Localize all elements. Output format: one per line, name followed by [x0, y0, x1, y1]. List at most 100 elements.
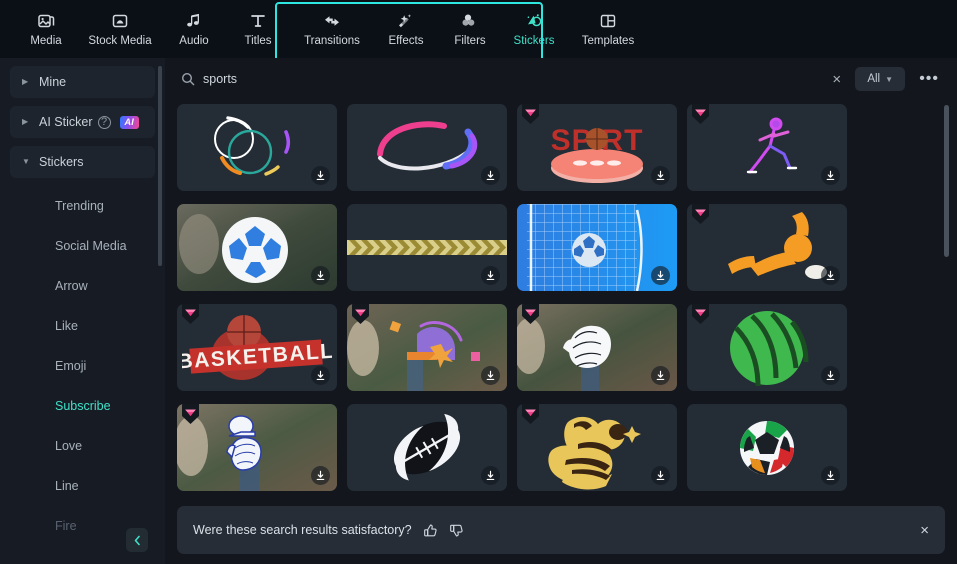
more-options-button[interactable]: •••	[913, 70, 939, 88]
sidebar-item-line[interactable]: Line	[0, 466, 165, 506]
sticker-tile-yellow-chevron-line[interactable]	[347, 204, 507, 291]
toolbar-item-media[interactable]: Media	[14, 3, 78, 55]
sidebar-item-social-media[interactable]: Social Media	[0, 226, 165, 266]
sticker-tile-sports-fitness-lettering[interactable]	[517, 404, 677, 491]
chevron-down-icon: ▼	[885, 74, 894, 84]
sidebar-item-love[interactable]: Love	[0, 426, 165, 466]
sticker-tile-goal-net[interactable]	[517, 204, 677, 291]
sticker-tile-circles-swirl[interactable]	[177, 104, 337, 191]
download-button[interactable]	[821, 166, 840, 185]
sticker-tile-orange-sliding-player[interactable]	[687, 204, 847, 291]
sidebar-group-mine[interactable]: ▶ Mine	[10, 66, 155, 98]
premium-badge-icon	[522, 304, 539, 324]
feedback-bar: Were these search results satisfactory? …	[177, 506, 945, 554]
toolbar-item-label: Templates	[581, 35, 635, 47]
download-button[interactable]	[651, 466, 670, 485]
close-feedback-button[interactable]: ×	[920, 522, 929, 539]
download-icon	[486, 370, 495, 381]
download-button[interactable]	[821, 366, 840, 385]
download-button[interactable]	[651, 266, 670, 285]
sidebar-item-trending[interactable]: Trending	[0, 186, 165, 226]
search-input[interactable]: sports	[203, 72, 818, 86]
stock-media-icon	[111, 10, 129, 32]
chevron-right-icon: ▶	[22, 117, 29, 126]
download-button[interactable]	[311, 466, 330, 485]
sidebar-item-like[interactable]: Like	[0, 306, 165, 346]
sticker-tile-pink-blue-swoosh[interactable]	[347, 104, 507, 191]
search-bar: sports × All ▼ •••	[165, 58, 957, 100]
toolbar-item-stock-media[interactable]: Stock Media	[78, 3, 162, 55]
download-button[interactable]	[821, 266, 840, 285]
download-button[interactable]	[311, 166, 330, 185]
premium-badge-icon	[692, 104, 709, 124]
chevron-down-icon: ▼	[22, 157, 30, 166]
toolbar-item-templates[interactable]: Templates	[566, 3, 650, 55]
sticker-tile-neon-runner[interactable]	[687, 104, 847, 191]
sidebar-item-label: Trending	[55, 199, 104, 213]
sidebar-scrollbar[interactable]	[158, 66, 162, 266]
sticker-tile-soccer-ball-photo[interactable]	[177, 204, 337, 291]
toolbar-item-filters[interactable]: Filters	[438, 3, 502, 55]
stickers-icon	[524, 10, 544, 32]
effects-icon	[396, 10, 416, 32]
templates-icon	[599, 10, 617, 32]
thumbs-down-icon[interactable]	[449, 523, 464, 538]
premium-badge-icon	[692, 304, 709, 324]
filter-value: All	[867, 73, 881, 85]
download-button[interactable]	[651, 166, 670, 185]
sticker-tile-colorful-soccer-ball[interactable]	[687, 404, 847, 491]
toolbar-item-label: Audio	[179, 35, 209, 47]
download-button[interactable]	[311, 266, 330, 285]
sidebar-group-stickers[interactable]: ▼ Stickers	[10, 146, 155, 178]
sticker-tile-green-striped-ball[interactable]	[687, 304, 847, 391]
download-button[interactable]	[311, 366, 330, 385]
toolbar-item-effects[interactable]: Effects	[374, 3, 438, 55]
media-icon	[37, 10, 55, 32]
sidebar-collapse-button[interactable]	[126, 528, 148, 552]
sticker-tile-sport-3d-text[interactable]: SP RT	[517, 104, 677, 191]
download-icon	[316, 370, 325, 381]
toolbar-item-audio[interactable]: Audio	[162, 3, 226, 55]
sidebar-group-label: AI Sticker	[39, 115, 93, 129]
sidebar-item-label: Love	[55, 439, 83, 453]
sticker-grid-scrollbar[interactable]	[944, 105, 949, 257]
sidebar-item-label: Fire	[55, 519, 77, 533]
download-icon	[486, 170, 495, 181]
filter-dropdown[interactable]: All ▼	[855, 67, 906, 91]
toolbar-item-titles[interactable]: Titles	[226, 3, 290, 55]
toolbar-item-stickers[interactable]: Stickers	[502, 3, 566, 55]
feedback-question: Were these search results satisfactory?	[193, 523, 412, 537]
help-icon[interactable]: ?	[97, 115, 111, 129]
download-icon	[826, 370, 835, 381]
sticker-tile-basketball-text[interactable]: BASKETBALL	[177, 304, 337, 391]
sidebar-group-ai-sticker[interactable]: ▶ AI Sticker ? AI	[10, 106, 155, 138]
audio-icon	[185, 10, 203, 32]
sticker-tile-black-white-football[interactable]	[347, 404, 507, 491]
download-icon	[656, 470, 665, 481]
sticker-tile-baseball-cap-glove[interactable]	[177, 404, 337, 491]
toolbar-item-label: Stock Media	[88, 35, 152, 47]
sidebar-item-subscribe[interactable]: Subscribe	[0, 386, 165, 426]
sidebar-item-arrow[interactable]: Arrow	[0, 266, 165, 306]
sidebar-item-label: Arrow	[55, 279, 88, 293]
clear-search-button[interactable]: ×	[826, 72, 847, 87]
download-button[interactable]	[481, 266, 500, 285]
download-button[interactable]	[481, 366, 500, 385]
download-button[interactable]	[481, 166, 500, 185]
premium-badge-icon	[522, 104, 539, 124]
download-button[interactable]	[481, 466, 500, 485]
download-button[interactable]	[821, 466, 840, 485]
sticker-content-panel: sports × All ▼ ••• SP RT BASKETBALL Were…	[165, 58, 957, 564]
sticker-tile-baseball-glove-doodle[interactable]	[517, 304, 677, 391]
chevron-right-icon: ▶	[22, 77, 29, 86]
sticker-tile-purple-hoop-doodle[interactable]	[347, 304, 507, 391]
download-button[interactable]	[651, 366, 670, 385]
premium-badge-icon	[692, 204, 709, 224]
toolbar-item-label: Effects	[388, 35, 424, 47]
sidebar-item-emoji[interactable]: Emoji	[0, 346, 165, 386]
sticker-grid-wrapper: SP RT BASKETBALL	[165, 100, 957, 564]
toolbar-item-transitions[interactable]: Transitions	[290, 3, 374, 55]
search-icon	[181, 72, 195, 86]
premium-badge-icon	[182, 304, 199, 324]
thumbs-up-icon[interactable]	[423, 523, 438, 538]
